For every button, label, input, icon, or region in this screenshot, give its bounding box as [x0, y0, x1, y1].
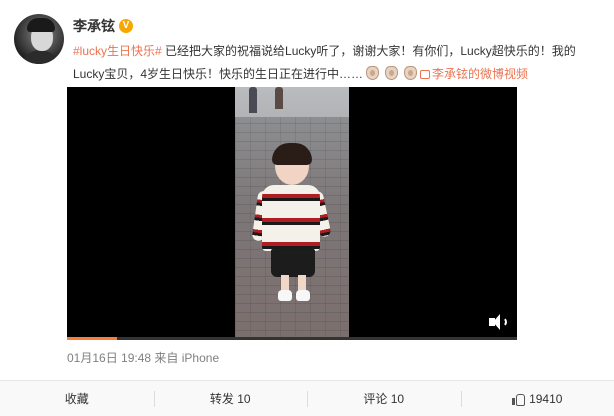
- hashtag-link[interactable]: #lucky生日快乐#: [73, 44, 162, 58]
- child-hair: [272, 143, 312, 165]
- child-shoe: [278, 290, 292, 301]
- username[interactable]: 李承铉: [73, 16, 115, 36]
- avatar-hair-shape: [27, 18, 55, 32]
- verified-badge-icon[interactable]: V: [119, 19, 133, 33]
- repost-label: 转发 10: [209, 392, 251, 406]
- speaker-cone-shape: [493, 314, 500, 330]
- source-prefix: 来自: [154, 351, 179, 365]
- post-timestamp[interactable]: 01月16日 19:48: [67, 351, 151, 365]
- repost-button[interactable]: 转发 10: [153, 381, 308, 416]
- sound-wave-shape: [500, 317, 507, 327]
- weibo-post-card: 李承铉 V #lucky生日快乐# 已经把大家的祝福说给Lucky听了，谢谢大家…: [0, 0, 614, 416]
- child-sweater: [262, 185, 320, 251]
- video-progress-fill: [67, 337, 117, 340]
- action-bar: 收藏 转发 10 评论 10 19410: [0, 380, 614, 416]
- comment-button[interactable]: 评论 10: [307, 381, 461, 416]
- favorite-label: 收藏: [64, 392, 89, 406]
- thumbs-up-icon: [512, 393, 526, 406]
- video-source-link-label: 李承铉的微博视频: [432, 67, 529, 81]
- child-skirt: [271, 249, 315, 277]
- video-progress-bar[interactable]: [67, 337, 517, 340]
- video-source-link[interactable]: 李承铉的微博视频: [420, 67, 528, 81]
- video-link-icon: [420, 70, 431, 79]
- username-row: 李承铉 V: [73, 16, 133, 36]
- video-player[interactable]: [67, 87, 517, 340]
- volume-icon[interactable]: [489, 314, 509, 330]
- video-frame: [235, 87, 349, 340]
- rabbit-emoji-icon: [404, 66, 418, 80]
- like-button[interactable]: 19410: [460, 381, 614, 416]
- background-person: [275, 87, 283, 109]
- rabbit-emoji-icon: [385, 66, 399, 80]
- avatar-body-shape: [20, 50, 60, 64]
- favorite-button[interactable]: 收藏: [0, 381, 154, 416]
- like-count: 19410: [529, 391, 563, 406]
- avatar[interactable]: [14, 14, 64, 64]
- child-shoe: [296, 290, 310, 301]
- post-text: #lucky生日快乐# 已经把大家的祝福说给Lucky听了，谢谢大家！有你们，L…: [73, 40, 603, 86]
- background-person: [249, 87, 257, 113]
- post-meta: 01月16日 19:48 来自 iPhone: [67, 349, 219, 366]
- rabbit-emoji-icon: [366, 66, 380, 80]
- post-source: iPhone: [181, 351, 220, 365]
- comment-label: 评论 10: [363, 392, 405, 406]
